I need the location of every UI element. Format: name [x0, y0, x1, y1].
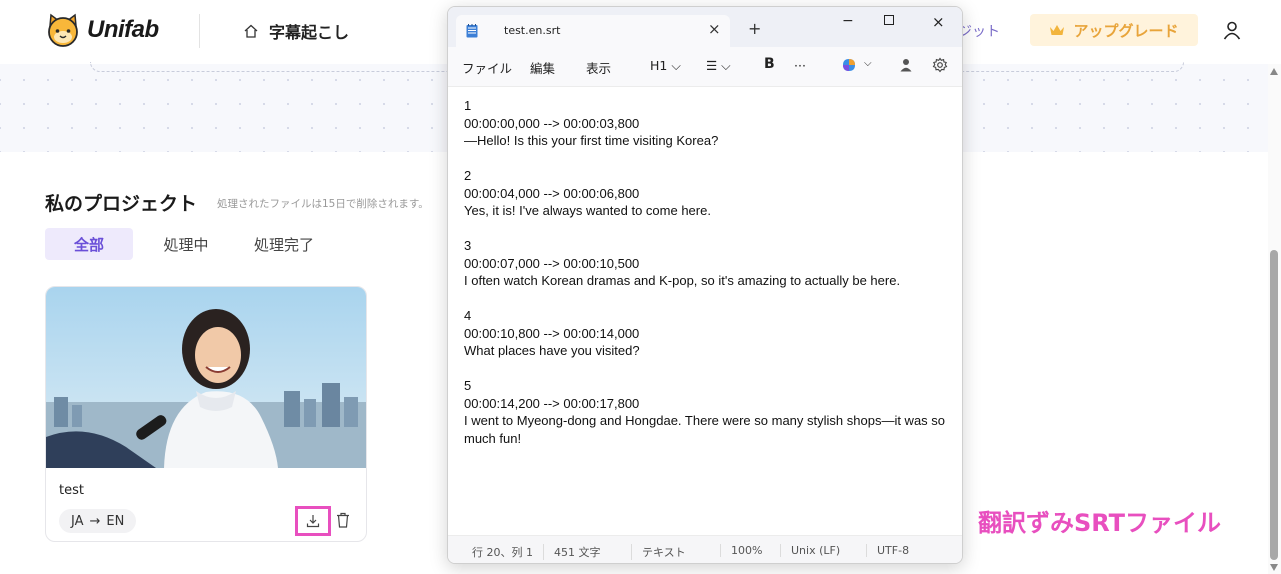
list-dropdown[interactable]: ☰ ⌵	[706, 58, 731, 74]
more-options-icon[interactable]: ···	[794, 58, 806, 73]
menu-edit[interactable]: 編集	[530, 58, 555, 77]
status-character-count: 451 文字	[543, 544, 601, 560]
header-divider	[199, 14, 200, 48]
notepad-menubar: ファイル 編集 表示 H1 ⌵ ☰ ⌵ B ··· ⌵	[448, 47, 962, 87]
upgrade-button[interactable]: アップグレード	[1030, 14, 1198, 46]
copilot-icon[interactable]	[841, 58, 857, 72]
nav-subtitle-transcription[interactable]: 字幕起こし	[243, 19, 349, 43]
unifab-logo[interactable]: Unifab	[45, 12, 159, 48]
home-icon	[244, 24, 258, 38]
user-icon[interactable]	[1222, 20, 1242, 40]
source-language: JA	[71, 513, 84, 529]
tab-close-icon[interactable]: ×	[708, 20, 721, 38]
new-tab-icon[interactable]: +	[748, 21, 761, 37]
notepad-statusbar: 行 20、列 1 451 文字 テキスト 100% Unix (LF) UTF-…	[448, 535, 962, 563]
scroll-thumb[interactable]	[1270, 250, 1278, 560]
status-cursor-position: 行 20、列 1	[472, 546, 533, 559]
tab-processing[interactable]: 処理中	[161, 228, 211, 260]
download-icon	[306, 515, 320, 528]
translated-srt-caption: 翻訳ずみSRTファイル	[978, 509, 1222, 537]
project-name: test	[59, 483, 84, 498]
menu-file[interactable]: ファイル	[462, 58, 512, 77]
notepad-titlebar[interactable]: test.en.srt × + − ×	[448, 7, 962, 47]
download-button[interactable]	[295, 506, 331, 536]
page-scrollbar[interactable]	[1268, 64, 1281, 574]
copilot-chevron-down-icon[interactable]: ⌵	[864, 58, 872, 69]
window-close-icon[interactable]: ×	[932, 13, 945, 31]
logo-text: Unifab	[87, 16, 159, 43]
notepad-tab-title: test.en.srt	[504, 24, 561, 37]
upgrade-label: アップグレード	[1073, 21, 1179, 40]
projects-title: 私のプロジェクト	[45, 193, 198, 215]
status-zoom[interactable]: 100%	[720, 544, 762, 557]
target-language: EN	[106, 513, 125, 529]
notepad-file-icon	[466, 24, 478, 38]
project-card[interactable]: test JA → EN	[45, 286, 367, 542]
maximize-icon[interactable]	[884, 15, 894, 25]
heading-dropdown[interactable]: H1 ⌵	[650, 58, 681, 74]
minimize-icon[interactable]: −	[842, 13, 854, 29]
status-text-mode: テキスト	[631, 544, 686, 560]
cat-mascot-icon	[48, 13, 78, 47]
trash-icon[interactable]	[336, 512, 350, 528]
credit-link[interactable]: ジット	[958, 21, 1000, 41]
tab-completed[interactable]: 処理完了	[252, 228, 316, 260]
retention-note: 処理されたファイルは15日で削除されます。	[217, 198, 429, 210]
nav-label: 字幕起こし	[269, 23, 350, 42]
gear-icon[interactable]	[932, 57, 948, 73]
menu-view[interactable]: 表示	[586, 58, 611, 77]
tab-all[interactable]: 全部	[45, 228, 133, 260]
notepad-tab[interactable]: test.en.srt ×	[456, 15, 730, 47]
project-thumbnail[interactable]	[46, 287, 367, 468]
notepad-window: test.en.srt × + − × ファイル 編集 表示 H1 ⌵ ☰ ⌵ …	[447, 6, 963, 564]
notepad-text-area[interactable]: 1 00:00:00,000 --> 00:00:03,800 —Hello! …	[464, 97, 958, 447]
bold-button[interactable]: B	[764, 56, 775, 72]
language-pair-badge: JA → EN	[59, 509, 137, 533]
scroll-up-arrow-icon[interactable]	[1270, 68, 1278, 75]
crown-icon	[1050, 25, 1065, 35]
scroll-down-arrow-icon[interactable]	[1270, 564, 1278, 571]
status-line-ending[interactable]: Unix (LF)	[780, 544, 840, 557]
account-icon[interactable]	[900, 58, 912, 72]
arrow-right-icon: →	[89, 513, 101, 529]
status-encoding[interactable]: UTF-8	[866, 544, 909, 557]
